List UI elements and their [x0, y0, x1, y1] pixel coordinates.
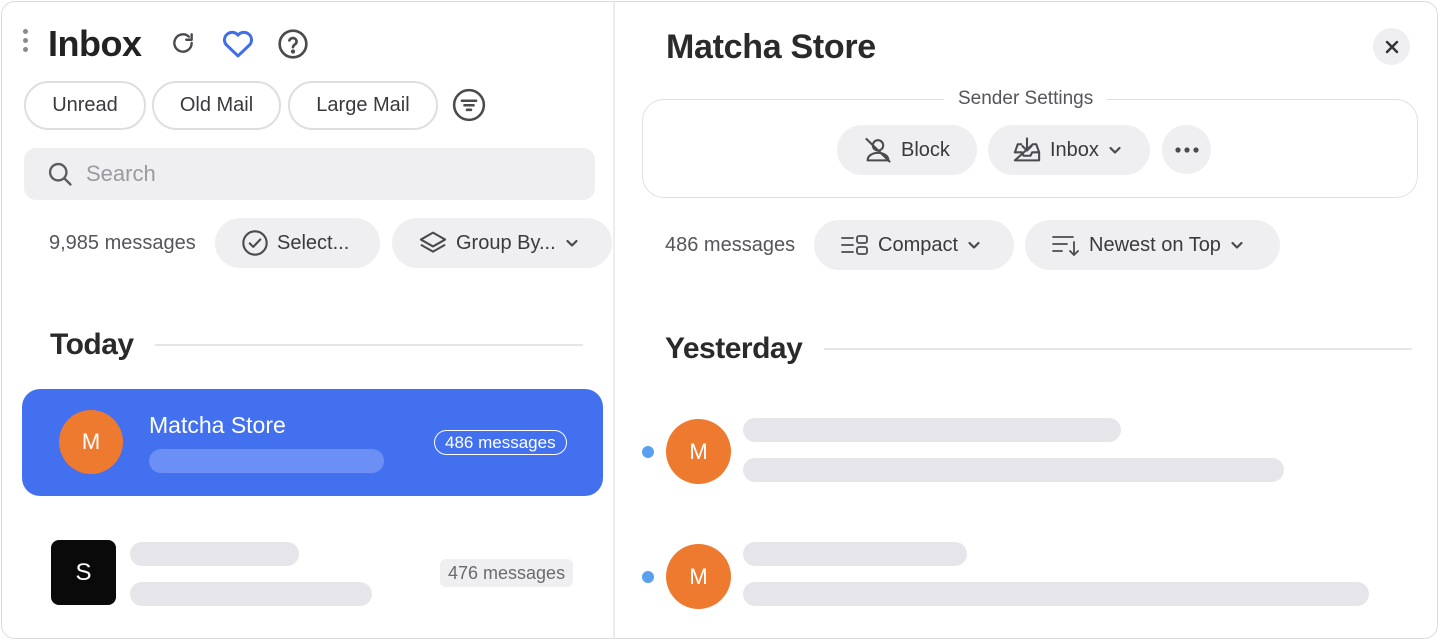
- unread-indicator: [642, 571, 654, 583]
- view-mode-label: Compact: [878, 233, 959, 256]
- drag-handle-icon[interactable]: [23, 29, 31, 57]
- message-count-badge: 476 messages: [440, 559, 574, 587]
- group-by-dropdown[interactable]: Group By...: [392, 218, 612, 268]
- refresh-icon: [173, 33, 193, 53]
- heart-icon: [223, 30, 253, 58]
- preview-placeholder: [743, 458, 1284, 482]
- close-icon: [1385, 40, 1398, 53]
- avatar: S: [51, 540, 116, 605]
- help-button[interactable]: [275, 26, 311, 62]
- sender-name-placeholder: [130, 542, 299, 566]
- section-header-yesterday: Yesterday: [665, 332, 803, 365]
- block-label: Block: [901, 138, 950, 161]
- message-count: 486 messages: [665, 234, 796, 256]
- inbox-label: Inbox: [1050, 138, 1099, 161]
- inbox-tray-icon: [1013, 137, 1041, 162]
- chevron-down-icon: [1109, 146, 1121, 154]
- preview-placeholder: [130, 582, 372, 606]
- app-window: Inbox Unread Old Mail Large Mail 9,985 m…: [1, 1, 1438, 639]
- search-field[interactable]: [24, 148, 595, 200]
- subject-placeholder: [743, 418, 1121, 442]
- page-title: Inbox: [48, 23, 142, 64]
- detail-title: Matcha Store: [666, 28, 876, 66]
- sort-icon: [1052, 236, 1079, 256]
- search-input[interactable]: [86, 161, 546, 187]
- favorite-button[interactable]: [218, 24, 258, 62]
- block-sender-icon: [865, 138, 891, 163]
- view-mode-dropdown[interactable]: Compact: [814, 220, 1014, 270]
- close-button[interactable]: [1373, 28, 1410, 65]
- compact-view-icon: [841, 235, 868, 255]
- filter-large-mail-button[interactable]: Large Mail: [288, 81, 438, 130]
- section-header-today: Today: [50, 328, 134, 361]
- avatar: M: [666, 419, 731, 484]
- search-icon: [46, 160, 74, 188]
- sender-name: Matcha Store: [149, 412, 286, 438]
- more-icon: [1174, 146, 1199, 153]
- check-circle-icon: [242, 230, 268, 256]
- block-sender-button[interactable]: Block: [837, 125, 977, 175]
- preview-placeholder: [743, 582, 1369, 606]
- chevron-down-icon: [566, 239, 578, 247]
- group-by-label: Group By...: [456, 231, 556, 254]
- pane-divider[interactable]: [613, 2, 615, 638]
- chevron-down-icon: [1231, 241, 1243, 249]
- message-row[interactable]: M: [632, 527, 1422, 627]
- sender-settings-label: Sender Settings: [944, 88, 1108, 110]
- divider: [824, 348, 1412, 350]
- avatar: M: [59, 410, 123, 474]
- unread-indicator: [642, 446, 654, 458]
- select-button[interactable]: Select...: [215, 218, 380, 268]
- sort-order-dropdown[interactable]: Newest on Top: [1025, 220, 1280, 270]
- sender-row-selected[interactable]: M Matcha Store 486 messages: [22, 389, 603, 496]
- sort-order-label: Newest on Top: [1089, 233, 1221, 256]
- divider: [155, 344, 583, 346]
- filter-icon: [452, 88, 486, 122]
- move-to-dropdown[interactable]: Inbox: [988, 125, 1150, 175]
- layers-icon: [419, 231, 447, 253]
- sender-row[interactable]: S 476 messages: [22, 522, 603, 622]
- avatar: M: [666, 544, 731, 609]
- preview-placeholder: [149, 449, 384, 473]
- filter-old-mail-button[interactable]: Old Mail: [152, 81, 281, 130]
- message-row[interactable]: M: [632, 402, 1422, 502]
- more-options-button[interactable]: [1162, 125, 1211, 174]
- message-count-badge: 486 messages: [434, 430, 567, 455]
- select-label: Select...: [277, 231, 350, 254]
- more-filters-button[interactable]: [451, 87, 487, 123]
- filter-unread-button[interactable]: Unread: [24, 81, 146, 130]
- help-icon: [278, 29, 308, 59]
- subject-placeholder: [743, 542, 967, 566]
- message-count: 9,985 messages: [49, 232, 196, 254]
- refresh-button[interactable]: [166, 26, 200, 60]
- chevron-down-icon: [968, 241, 980, 249]
